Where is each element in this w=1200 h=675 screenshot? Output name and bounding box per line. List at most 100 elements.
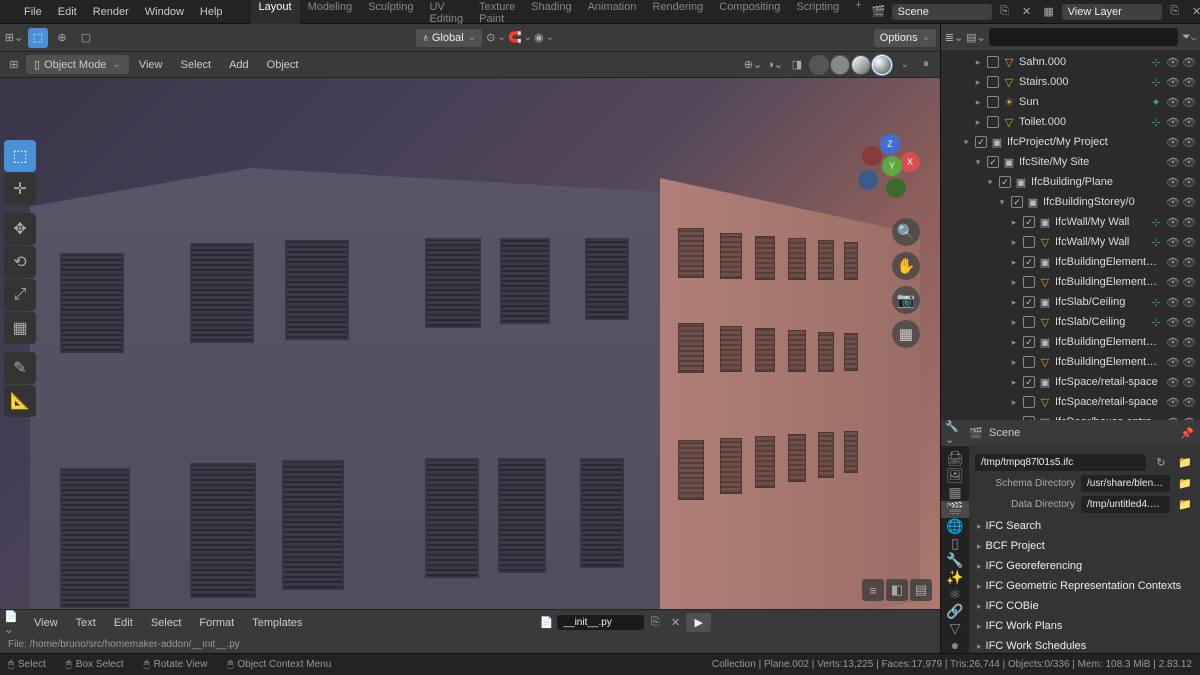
visibility-checkbox[interactable] [987, 56, 999, 68]
tree-expand-icon[interactable]: ▸ [1008, 297, 1020, 308]
hide-viewport-icon[interactable]: 👁 [1166, 56, 1180, 69]
te-select[interactable]: Select [143, 613, 190, 633]
tree-expand-icon[interactable]: ▸ [972, 117, 984, 128]
hide-viewport-icon[interactable]: 👁 [1166, 156, 1180, 169]
visibility-checkbox[interactable] [999, 176, 1011, 188]
editor-type2-icon[interactable]: ⊞ [4, 55, 24, 75]
texteditor-type-icon[interactable]: 📄⌄ [4, 613, 24, 633]
outliner-filter-icon[interactable]: ⏷⌄ [1182, 28, 1197, 46]
ptab-physics[interactable]: ⚛ [941, 586, 969, 603]
tree-expand-icon[interactable]: ▸ [1008, 277, 1020, 288]
viewlayer-name-field[interactable]: View Layer [1062, 4, 1162, 20]
viewlayer-copy-icon[interactable]: ⎘ [1166, 3, 1184, 21]
panel-header[interactable]: IFC Georeferencing [975, 556, 1194, 576]
te-templates[interactable]: Templates [244, 613, 310, 633]
panel-header[interactable]: BCF Project [975, 536, 1194, 556]
ptab-world[interactable]: 🌐 [941, 518, 969, 535]
outliner-row[interactable]: ▸ ▽ IfcSpace/retail-space 👁 👁 [941, 392, 1200, 412]
object-menu[interactable]: Object [259, 55, 307, 75]
outliner-row[interactable]: ▸ ▽ Sahn.000 ⊹ 👁 👁 [941, 52, 1200, 72]
outliner-tree[interactable]: ▸ ▽ Sahn.000 ⊹ 👁 👁 ▸ ▽ Stairs.000 ⊹ 👁 👁 … [941, 50, 1200, 420]
outliner-row[interactable]: ▸ ▽ IfcWall/My Wall ⊹ 👁 👁 [941, 232, 1200, 252]
tool-move[interactable]: ✥ [4, 213, 36, 245]
menu-file[interactable]: File [16, 2, 50, 22]
outliner-row[interactable]: ▾ ▣ IfcProject/My Project 👁 👁 [941, 132, 1200, 152]
ptab-particles[interactable]: ✨ [941, 569, 969, 586]
tree-expand-icon[interactable]: ▸ [972, 57, 984, 68]
hide-viewport-icon[interactable]: 👁 [1166, 236, 1180, 249]
schema-dir-field[interactable]: /usr/share/blender... [1081, 475, 1170, 492]
scene-delete-icon[interactable]: ✕ [1018, 3, 1036, 21]
shading-solid[interactable] [830, 55, 850, 75]
ptab-object[interactable]: ▯ [941, 535, 969, 552]
hide-render-icon[interactable]: 👁 [1182, 356, 1196, 369]
menu-render[interactable]: Render [85, 2, 137, 22]
ifc-reload-icon[interactable]: ↻ [1152, 453, 1170, 471]
tool-rotate[interactable]: ⟲ [4, 246, 36, 278]
outliner-row[interactable]: ▸ ▽ Stairs.000 ⊹ 👁 👁 [941, 72, 1200, 92]
outliner-row[interactable]: ▸ ▽ IfcBuildingElementProxy 👁 👁 [941, 272, 1200, 292]
perspective-icon[interactable]: ▦ [892, 320, 920, 348]
menu-window[interactable]: Window [137, 2, 192, 22]
panel-header[interactable]: IFC Work Plans [975, 616, 1194, 636]
hide-render-icon[interactable]: 👁 [1182, 236, 1196, 249]
panel-header[interactable]: IFC Geometric Representation Contexts [975, 576, 1194, 596]
hide-viewport-icon[interactable]: 👁 [1166, 76, 1180, 89]
navigation-gizmo[interactable]: Z X Y [860, 138, 920, 198]
xray-icon[interactable]: ◨ [787, 55, 807, 75]
zoom-icon[interactable]: 🔍 [892, 218, 920, 246]
outliner-type-icon[interactable]: ≣⌄ [945, 28, 963, 46]
panel-header[interactable]: IFC COBie [975, 596, 1194, 616]
overlay-btn1[interactable]: ≡ [862, 579, 884, 601]
hide-render-icon[interactable]: 👁 [1182, 176, 1196, 189]
tool-cursor[interactable]: ✛ [4, 173, 36, 205]
hide-viewport-icon[interactable]: 👁 [1166, 296, 1180, 309]
hide-viewport-icon[interactable]: 👁 [1166, 96, 1180, 109]
outliner-row[interactable]: ▸ ▣ IfcWall/My Wall ⊹ 👁 👁 [941, 212, 1200, 232]
select-lasso-icon[interactable]: ▢ [76, 28, 96, 48]
hide-render-icon[interactable]: 👁 [1182, 76, 1196, 89]
visibility-checkbox[interactable] [1023, 256, 1035, 268]
visibility-checkbox[interactable] [1011, 196, 1023, 208]
overlay-btn2[interactable]: ◧ [886, 579, 908, 601]
hide-render-icon[interactable]: 👁 [1182, 156, 1196, 169]
shading-options-icon[interactable] [894, 55, 914, 75]
outliner-search-input[interactable] [989, 28, 1178, 46]
run-script-button[interactable]: ▶ [686, 613, 710, 632]
ifc-file-field[interactable]: /tmp/tmpq87l01s5.ifc [975, 454, 1146, 471]
view-menu[interactable]: View [131, 55, 171, 75]
ptab-mesh[interactable]: ▽ [941, 620, 969, 637]
scene-icon[interactable]: 🎬 [870, 3, 888, 21]
tree-expand-icon[interactable]: ▸ [1008, 397, 1020, 408]
outliner-row[interactable]: ▸ ▣ IfcDoor/house entrance 👁 👁 [941, 412, 1200, 420]
mode-dropdown[interactable]: ▯ Object Mode [26, 55, 129, 74]
outliner-row[interactable]: ▾ ▣ IfcBuildingStorey/0 👁 👁 [941, 192, 1200, 212]
hide-viewport-icon[interactable]: 👁 [1166, 396, 1180, 409]
overlays-toggle-icon[interactable]: ◑⌄ [765, 55, 785, 75]
ptab-render[interactable]: 🖨 [941, 450, 969, 467]
text-copy-icon[interactable]: ⎘ [646, 614, 664, 632]
tree-expand-icon[interactable]: ▾ [960, 137, 972, 148]
visibility-checkbox[interactable] [1023, 296, 1035, 308]
pivot-icon[interactable]: ⊙ [486, 28, 506, 48]
te-text[interactable]: Text [68, 613, 104, 633]
viewlayer-delete-icon[interactable]: ✕ [1188, 3, 1200, 21]
hide-render-icon[interactable]: 👁 [1182, 216, 1196, 229]
hide-render-icon[interactable]: 👁 [1182, 296, 1196, 309]
tree-expand-icon[interactable]: ▸ [972, 97, 984, 108]
ptab-viewlayer[interactable]: ▦ [941, 484, 969, 501]
options-dropdown[interactable]: Options [874, 29, 936, 47]
ptab-constraints[interactable]: 🔗 [941, 603, 969, 620]
panel-header[interactable]: IFC Work Schedules [975, 636, 1194, 653]
tree-expand-icon[interactable]: ▸ [1008, 217, 1020, 228]
visibility-checkbox[interactable] [1023, 316, 1035, 328]
camera-icon[interactable]: 📷 [892, 286, 920, 314]
visibility-checkbox[interactable] [1023, 216, 1035, 228]
hide-render-icon[interactable]: 👁 [1182, 116, 1196, 129]
tree-expand-icon[interactable]: ▸ [1008, 257, 1020, 268]
outliner-row[interactable]: ▸ ▣ IfcSpace/retail-space 👁 👁 [941, 372, 1200, 392]
props-type-icon[interactable]: 🔧⌄ [945, 424, 963, 442]
scene-copy-icon[interactable]: ⎘ [996, 3, 1014, 21]
tree-expand-icon[interactable]: ▸ [1008, 377, 1020, 388]
transform-orientation[interactable]: ♁ Global [416, 29, 482, 47]
